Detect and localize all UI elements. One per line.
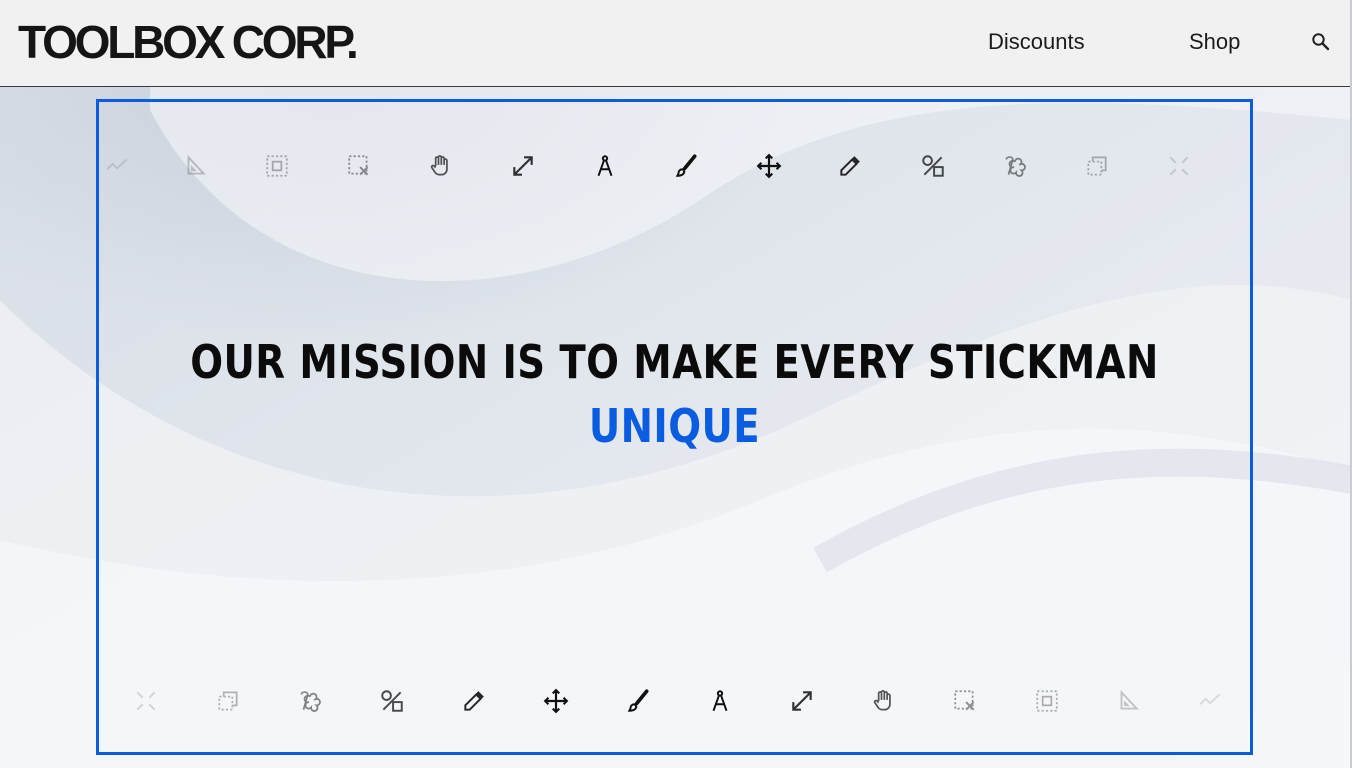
hero-headline: OUR MISSION IS TO MAKE EVERY STICKMAN UN… bbox=[96, 330, 1253, 458]
lasso-icon bbox=[297, 688, 323, 714]
lasso-icon bbox=[1002, 153, 1028, 179]
search-icon[interactable] bbox=[1309, 30, 1333, 54]
select-frame-icon bbox=[264, 153, 290, 179]
deselect-icon bbox=[952, 688, 978, 714]
nav-link-shop[interactable]: Shop bbox=[1189, 28, 1240, 56]
compass-icon bbox=[707, 688, 733, 714]
collapse-icon bbox=[133, 688, 159, 714]
deselect-icon bbox=[346, 153, 372, 179]
shapes-icon bbox=[920, 153, 946, 179]
brand-logo[interactable]: TOOLBOX CORP. bbox=[18, 14, 359, 70]
resize-icon bbox=[510, 153, 536, 179]
resize-icon bbox=[789, 688, 815, 714]
trend-line-icon bbox=[1197, 688, 1223, 714]
copy-icon bbox=[1084, 153, 1110, 179]
move-icon bbox=[543, 688, 569, 714]
hero-headline-text: OUR MISSION IS TO MAKE EVERY STICKMAN bbox=[190, 335, 1159, 389]
trend-line-icon bbox=[104, 153, 130, 179]
move-icon bbox=[756, 153, 782, 179]
select-frame-icon bbox=[1034, 688, 1060, 714]
tool-icon-row-top bbox=[96, 147, 1253, 187]
shapes-icon bbox=[379, 688, 405, 714]
hand-icon bbox=[870, 688, 896, 714]
eyedropper-icon bbox=[461, 688, 487, 714]
brush-icon bbox=[673, 153, 699, 179]
eyedropper-icon bbox=[837, 153, 863, 179]
brush-icon bbox=[625, 688, 651, 714]
tool-icon-row-bottom bbox=[96, 682, 1253, 722]
compass-icon bbox=[592, 153, 618, 179]
copy-icon bbox=[215, 688, 241, 714]
site-header: TOOLBOX CORP. Discounts Shop bbox=[0, 0, 1350, 87]
hero-accent-word: UNIQUE bbox=[588, 399, 761, 453]
set-square-icon bbox=[1115, 688, 1141, 714]
collapse-icon bbox=[1166, 153, 1192, 179]
hand-icon bbox=[427, 153, 453, 179]
set-square-icon bbox=[182, 153, 208, 179]
nav-link-discounts[interactable]: Discounts bbox=[988, 28, 1085, 56]
